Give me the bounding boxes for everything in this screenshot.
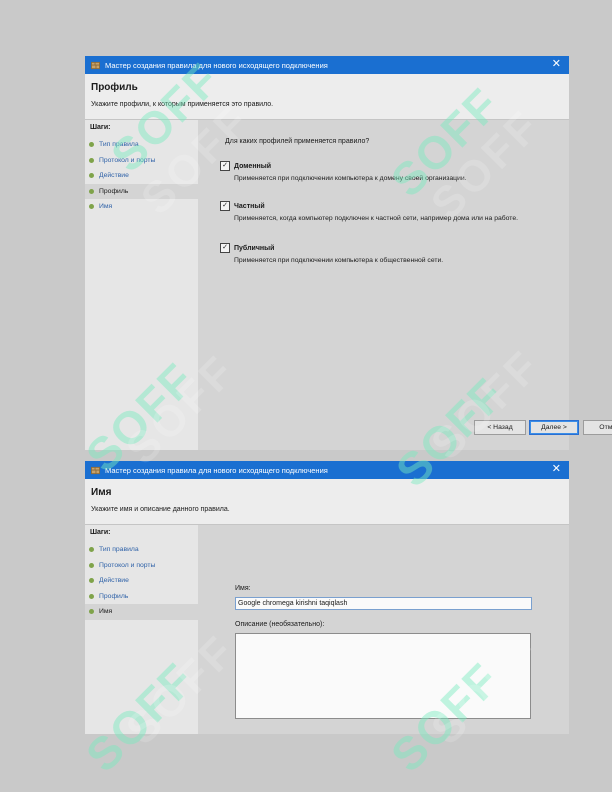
step-rule-type[interactable]: Тип правила bbox=[85, 542, 198, 558]
private-checkbox[interactable]: ✓ bbox=[220, 201, 230, 211]
step-bullet-icon bbox=[89, 157, 94, 163]
step-bullet-icon bbox=[89, 173, 94, 179]
step-action[interactable]: Действие bbox=[85, 573, 198, 589]
profile-question: Для каких профилей применяется правило? bbox=[225, 138, 370, 145]
step-name[interactable]: Имя bbox=[85, 604, 198, 620]
main-panel: Имя: Google chromega kirishni taqiqlash … bbox=[198, 525, 569, 734]
name-field-label: Имя: bbox=[235, 585, 251, 592]
step-bullet-icon bbox=[89, 562, 94, 568]
public-description: Применяется при подключении компьютера к… bbox=[234, 257, 444, 264]
domain-label: Доменный bbox=[234, 162, 272, 170]
step-bullet-icon bbox=[89, 609, 94, 615]
step-profile[interactable]: Профиль bbox=[85, 183, 198, 199]
steps-label: Шаги: bbox=[90, 124, 111, 131]
option-private: ✓ Частный Применяется, когда компьютер п… bbox=[220, 201, 524, 224]
back-button[interactable]: < Назад bbox=[474, 420, 526, 435]
title-bar[interactable]: Мастер создания правила для нового исход… bbox=[85, 56, 569, 74]
window-title: Мастер создания правила для нового исход… bbox=[105, 465, 328, 475]
step-name[interactable]: Имя bbox=[85, 199, 198, 215]
wizard-window-name: Мастер создания правила для нового исход… bbox=[85, 461, 569, 734]
window-title: Мастер создания правила для нового исход… bbox=[105, 60, 328, 70]
page-title: Имя bbox=[91, 487, 112, 498]
close-icon[interactable]: ✕ bbox=[552, 463, 561, 476]
page-description: Укажите имя и описание данного правила. bbox=[91, 506, 230, 513]
close-icon[interactable]: ✕ bbox=[552, 58, 561, 71]
private-label: Частный bbox=[234, 202, 265, 210]
step-profile[interactable]: Профиль bbox=[85, 589, 198, 605]
step-bullet-icon bbox=[89, 547, 94, 553]
next-button[interactable]: Далее > bbox=[529, 420, 579, 435]
step-protocol-ports[interactable]: Протокол и порты bbox=[85, 153, 198, 169]
description-field-label: Описание (необязательно): bbox=[235, 621, 325, 628]
step-bullet-icon bbox=[89, 188, 94, 194]
steps-label: Шаги: bbox=[90, 529, 111, 536]
step-bullet-icon bbox=[89, 593, 94, 599]
step-bullet-icon bbox=[89, 142, 94, 148]
step-protocol-ports[interactable]: Протокол и порты bbox=[85, 558, 198, 574]
main-panel: Для каких профилей применяется правило? … bbox=[198, 120, 612, 450]
page-description: Укажите профили, к которым применяется э… bbox=[91, 101, 274, 108]
firewall-app-icon bbox=[91, 466, 100, 474]
steps-panel: Шаги: Тип правила Протокол и порты Дейст… bbox=[85, 120, 198, 450]
cancel-button[interactable]: Отмена bbox=[583, 420, 612, 435]
option-public: ✓ Публичный Применяется при подключении … bbox=[220, 243, 524, 266]
steps-panel: Шаги: Тип правила Протокол и порты Дейст… bbox=[85, 525, 198, 734]
option-domain: ✓ Доменный Применяется при подключении к… bbox=[220, 161, 524, 184]
domain-description: Применяется при подключении компьютера к… bbox=[234, 175, 467, 182]
wizard-window-profile: Мастер создания правила для нового исход… bbox=[85, 56, 612, 450]
rule-description-textarea[interactable] bbox=[235, 633, 531, 719]
rule-name-input[interactable]: Google chromega kirishni taqiqlash bbox=[235, 597, 532, 610]
private-description: Применяется, когда компьютер подключен к… bbox=[234, 215, 519, 222]
step-bullet-icon bbox=[89, 204, 94, 210]
step-bullet-icon bbox=[89, 578, 94, 584]
page-title: Профиль bbox=[91, 82, 138, 93]
firewall-app-icon bbox=[91, 61, 100, 69]
step-rule-type[interactable]: Тип правила bbox=[85, 137, 198, 153]
wizard-header: Имя Укажите имя и описание данного прави… bbox=[85, 479, 569, 525]
public-label: Публичный bbox=[234, 244, 275, 252]
domain-checkbox[interactable]: ✓ bbox=[220, 161, 230, 171]
title-bar[interactable]: Мастер создания правила для нового исход… bbox=[85, 461, 569, 479]
wizard-header: Профиль Укажите профили, к которым приме… bbox=[85, 74, 569, 120]
step-action[interactable]: Действие bbox=[85, 168, 198, 184]
public-checkbox[interactable]: ✓ bbox=[220, 243, 230, 253]
